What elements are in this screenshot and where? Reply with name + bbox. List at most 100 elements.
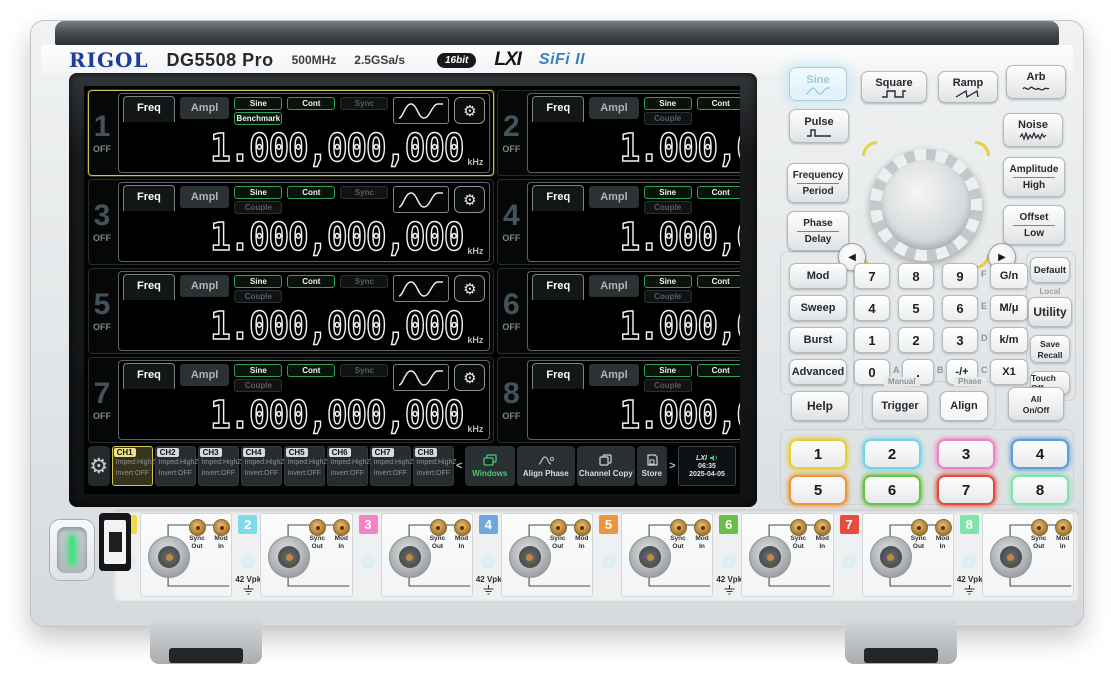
frequency-value[interactable]: 1.000,000,000	[210, 394, 463, 437]
taskbar-prev-arrow[interactable]: <	[456, 446, 463, 486]
sync-out-connector[interactable]	[430, 519, 447, 536]
waveform-badge[interactable]: Sine	[234, 186, 282, 199]
mod-in-connector[interactable]	[574, 519, 591, 536]
sine-wave-preview-icon[interactable]	[393, 97, 449, 124]
tab-ampl[interactable]: Ampl	[589, 97, 639, 119]
channel-panel[interactable]: 8 OFF Freq Ampl Sine Cont	[497, 357, 740, 443]
save-recall-button[interactable]: Save Recall	[1030, 335, 1070, 363]
channel-status-tab[interactable]: CH3 Imped:HighZ Invert:OFF	[198, 446, 239, 486]
sub-badge[interactable]: Couple	[644, 379, 692, 392]
key-7[interactable]: 7	[854, 263, 890, 289]
sync-out-connector[interactable]	[550, 519, 567, 536]
tab-freq[interactable]: Freq	[123, 363, 175, 389]
square-button[interactable]: Square	[861, 71, 927, 103]
channel-panel[interactable]: 4 OFF Freq Ampl Sine Cont	[497, 179, 740, 265]
channel-select-key[interactable]: 3	[937, 439, 995, 469]
key-4[interactable]: 4	[854, 295, 890, 321]
frequency-value[interactable]: 1.000,000,000	[620, 127, 740, 170]
sub-badge[interactable]: Couple	[644, 201, 692, 214]
offset-low-button[interactable]: Offset Low	[1003, 205, 1065, 245]
taskbar-next-arrow[interactable]: >	[669, 446, 676, 486]
mode-badge[interactable]: Cont	[697, 97, 740, 110]
mode-button[interactable]: Sweep	[789, 295, 847, 321]
mode-badge[interactable]: Cont	[287, 97, 335, 110]
channel-status-tab[interactable]: CH7 Imped:HighZ Invert:OFF	[370, 446, 411, 486]
sync-out-connector[interactable]	[1031, 519, 1048, 536]
channel-panel[interactable]: 1 OFF Freq Ampl Sine Cont	[88, 90, 494, 176]
channel-settings-gear-icon[interactable]: ⚙	[454, 275, 485, 302]
utility-button[interactable]: Utility	[1028, 297, 1072, 327]
tab-ampl[interactable]: Ampl	[180, 186, 230, 208]
power-button[interactable]	[49, 519, 95, 581]
waveform-badge[interactable]: Sine	[234, 275, 282, 288]
channel-status-tab[interactable]: CH4 Imped:HighZ Invert:OFF	[241, 446, 282, 486]
pulse-button[interactable]: Pulse	[789, 109, 849, 143]
channel-status-tab[interactable]: CH5 Imped:HighZ Invert:OFF	[284, 446, 325, 486]
tab-freq[interactable]: Freq	[123, 185, 175, 211]
mode-badge[interactable]: Cont	[697, 186, 740, 199]
sine-wave-preview-icon[interactable]	[393, 186, 449, 213]
key-unit-km[interactable]: k/m	[990, 327, 1028, 353]
sync-badge[interactable]: Sync	[340, 186, 388, 199]
help-button[interactable]: Help	[791, 391, 849, 421]
mode-badge[interactable]: Cont	[697, 364, 740, 377]
waveform-badge[interactable]: Sine	[644, 186, 692, 199]
sub-badge[interactable]: Couple	[234, 290, 282, 303]
channel-panel[interactable]: 6 OFF Freq Ampl Sine Cont	[497, 268, 740, 354]
key-3[interactable]: 3	[942, 327, 978, 353]
waveform-badge[interactable]: Sine	[234, 364, 282, 377]
align-phase-button[interactable]: Align Phase	[517, 446, 575, 486]
mode-badge[interactable]: Cont	[287, 275, 335, 288]
channel-select-key[interactable]: 2	[863, 439, 921, 469]
frequency-value[interactable]: 1.000,000,000	[620, 305, 740, 348]
mod-in-connector[interactable]	[935, 519, 952, 536]
all-on-off-button[interactable]: All On/Off	[1008, 387, 1064, 421]
sine-button[interactable]: Sine	[789, 67, 847, 101]
tab-ampl[interactable]: Ampl	[180, 275, 230, 297]
mode-button[interactable]: Burst	[789, 327, 847, 353]
channel-panel[interactable]: 3 OFF Freq Ampl Sine Cont	[88, 179, 494, 265]
waveform-badge[interactable]: Sine	[644, 364, 692, 377]
waveform-badge[interactable]: Sine	[644, 275, 692, 288]
arb-button[interactable]: Arb	[1006, 65, 1066, 99]
amplitude-high-button[interactable]: Amplitude High	[1003, 157, 1065, 197]
sub-badge[interactable]: Couple	[644, 112, 692, 125]
sync-badge[interactable]: Sync	[340, 97, 388, 110]
mod-in-connector[interactable]	[1055, 519, 1072, 536]
store-button[interactable]: Store	[637, 446, 667, 486]
sub-badge[interactable]: Couple	[234, 201, 282, 214]
sub-badge[interactable]: Couple	[234, 379, 282, 392]
channel-select-key[interactable]: 6	[863, 475, 921, 505]
touch-screen[interactable]: 1 OFF Freq Ampl Sine Cont	[84, 86, 740, 494]
mode-badge[interactable]: Cont	[287, 186, 335, 199]
channel-settings-gear-icon[interactable]: ⚙	[454, 186, 485, 213]
tab-freq[interactable]: Freq	[532, 363, 584, 389]
frequency-value[interactable]: 1.000,000,000	[210, 305, 463, 348]
key-9[interactable]: 9	[942, 263, 978, 289]
channel-status-tab[interactable]: CH2 Imped:HighZ Invert:OFF	[155, 446, 196, 486]
sync-out-connector[interactable]	[911, 519, 928, 536]
channel-status-tab[interactable]: CH6 Imped:HighZ Invert:OFF	[327, 446, 368, 486]
mod-in-connector[interactable]	[213, 519, 230, 536]
waveform-badge[interactable]: Sine	[644, 97, 692, 110]
sub-badge[interactable]: Couple	[644, 290, 692, 303]
waveform-badge[interactable]: Sine	[234, 97, 282, 110]
mode-button[interactable]: Mod	[789, 263, 847, 289]
key-1[interactable]: 1	[854, 327, 890, 353]
tab-freq[interactable]: Freq	[532, 185, 584, 211]
phase-delay-button[interactable]: Phase Delay	[787, 211, 849, 251]
tab-freq[interactable]: Freq	[532, 274, 584, 300]
channel-select-key[interactable]: 4	[1011, 439, 1069, 469]
key-2[interactable]: 2	[898, 327, 934, 353]
sync-out-connector[interactable]	[670, 519, 687, 536]
frequency-value[interactable]: 1.000,000,000	[620, 216, 740, 259]
trigger-button[interactable]: Trigger	[872, 391, 928, 421]
tab-ampl[interactable]: Ampl	[589, 364, 639, 386]
windows-button[interactable]: Windows	[465, 446, 515, 486]
tab-freq[interactable]: Freq	[123, 274, 175, 300]
rotary-knob[interactable]	[864, 143, 988, 267]
sync-out-connector[interactable]	[189, 519, 206, 536]
tab-freq[interactable]: Freq	[123, 96, 175, 122]
channel-settings-gear-icon[interactable]: ⚙	[454, 364, 485, 391]
tab-ampl[interactable]: Ampl	[180, 97, 230, 119]
